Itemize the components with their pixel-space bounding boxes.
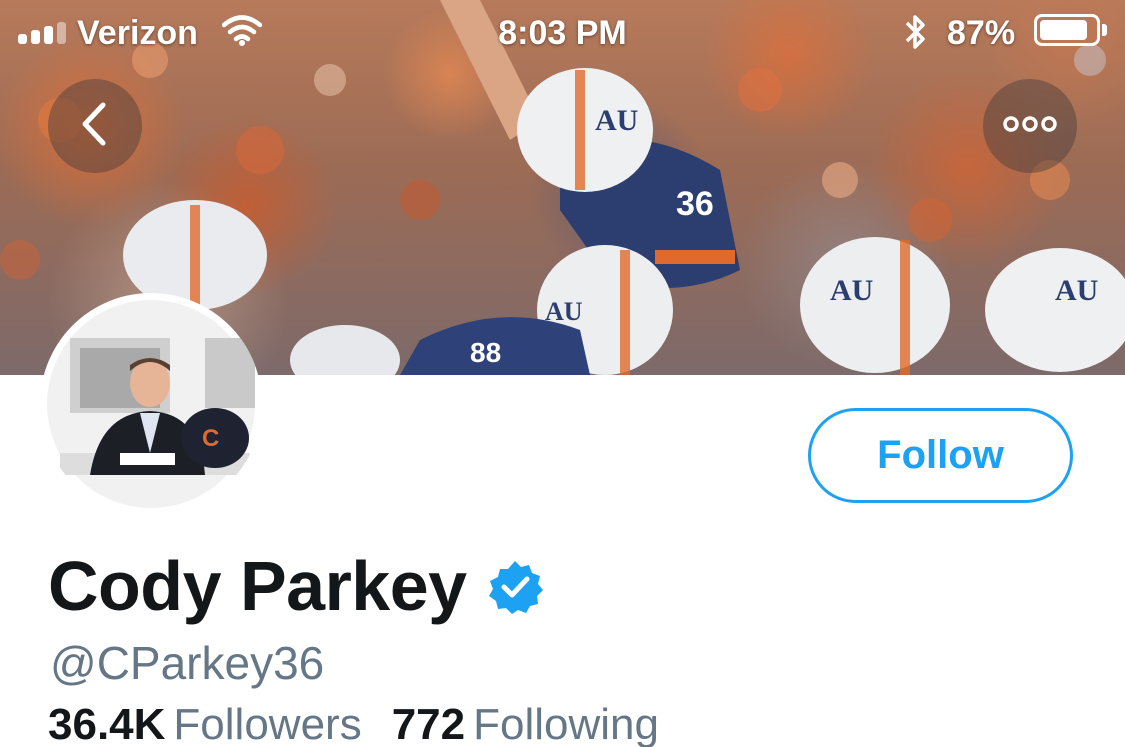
- more-horizontal-icon: [1002, 114, 1058, 139]
- svg-text:C: C: [202, 425, 219, 452]
- more-options-button[interactable]: [983, 79, 1077, 173]
- battery-percent: 87%: [947, 14, 1016, 52]
- battery-nub: [1102, 24, 1107, 36]
- display-name: Cody Parkey: [48, 547, 467, 625]
- battery-icon: [1034, 14, 1100, 46]
- bluetooth-icon: [903, 13, 929, 60]
- following-label: Following: [473, 700, 659, 747]
- profile-handle: @CParkey36: [50, 637, 325, 689]
- status-bar: Verizon 8:03 PM 87%: [0, 0, 1125, 66]
- following-count: 772: [391, 700, 466, 747]
- followers-count: 36.4K: [48, 700, 166, 747]
- profile-avatar[interactable]: C: [40, 293, 262, 515]
- verified-badge-icon: [487, 559, 543, 620]
- profile-name-row: Cody Parkey: [48, 546, 543, 626]
- followers-label: Followers: [173, 700, 362, 747]
- svg-text:AU: AU: [1055, 274, 1098, 307]
- svg-text:AU: AU: [830, 274, 873, 307]
- svg-text:88: 88: [470, 337, 501, 368]
- followers-stat[interactable]: 36.4K Followers: [48, 700, 362, 747]
- svg-text:36: 36: [676, 185, 714, 223]
- follow-button[interactable]: Follow: [808, 408, 1073, 503]
- following-stat[interactable]: 772 Following: [392, 700, 659, 747]
- svg-text:AU: AU: [595, 104, 638, 137]
- back-button[interactable]: [48, 79, 142, 173]
- avatar-photo: C: [47, 300, 255, 508]
- chevron-left-icon: [75, 99, 115, 154]
- follow-stats: 36.4K Followers 772 Following: [48, 700, 659, 747]
